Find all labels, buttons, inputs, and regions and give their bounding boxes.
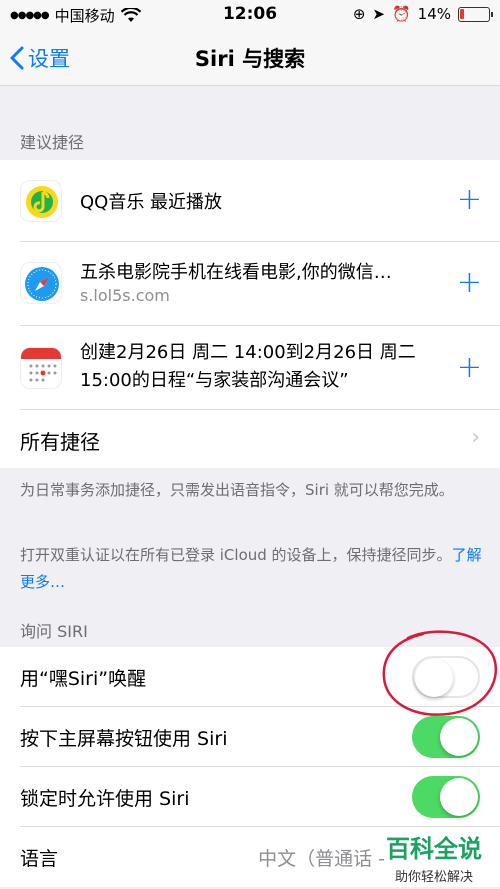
shortcut-title: 五杀电影院手机在线看电影,你的微信…	[80, 262, 392, 283]
language-value: 中文（普通话 -	[258, 848, 385, 870]
locked-siri-row: 锁定时允许使用 Siri	[0, 767, 500, 827]
hey-siri-row: 用“嘿Siri”唤醒	[0, 647, 500, 707]
battery-icon	[458, 6, 493, 22]
all-shortcuts-row[interactable]: 所有捷径 ›	[0, 410, 500, 468]
page-title: Siri 与搜索	[194, 47, 306, 71]
add-shortcut-button[interactable]: +	[457, 268, 482, 298]
hey-siri-toggle[interactable]	[412, 656, 480, 698]
section-header-shortcuts: 建议捷径	[20, 133, 85, 152]
shortcut-row-calendar[interactable]: 创建2月26日 周二 14:00到2月26日 周二 15:00的日程“与家装部沟…	[0, 326, 500, 410]
shortcut-title: QQ音乐 最近播放	[80, 192, 223, 213]
add-shortcut-button[interactable]: +	[457, 185, 482, 215]
shortcut-row-safari[interactable]: 五杀电影院手机在线看电影,你的微信… s.lol5s.com +	[0, 242, 500, 326]
all-shortcuts-label: 所有捷径	[20, 430, 100, 454]
safari-icon	[20, 262, 62, 304]
toggle-knob	[415, 659, 453, 697]
locked-siri-label: 锁定时允许使用 Siri	[20, 788, 190, 810]
qq-music-icon	[20, 180, 62, 222]
watermark-subtitle: 助你轻松解决	[394, 870, 473, 885]
home-button-siri-row: 按下主屏幕按钮使用 Siri	[0, 707, 500, 767]
watermark-title: 百科全说	[386, 835, 482, 863]
shortcut-title: 创建2月26日 周二 14:00到2月26日 周二 15:00的日程“与家装部沟…	[80, 342, 416, 391]
icloud-footer-text: 打开双重认证以在所有已登录 iCloud 的设备上，保持捷径同步。	[20, 546, 452, 564]
home-button-siri-label: 按下主屏幕按钮使用 Siri	[20, 728, 228, 750]
battery-percent: 14%	[417, 5, 451, 23]
shortcuts-footer-text: 为日常事务添加捷径，只需发出语音指令，Siri 就可以帮您完成。	[20, 481, 454, 499]
toggle-knob	[440, 778, 478, 816]
status-bar: ●●●●● 中国移动 12:06 ⊕ ➤ ⏰ 14%	[0, 0, 500, 30]
chevron-right-icon: ›	[471, 425, 480, 450]
home-button-siri-toggle[interactable]	[412, 716, 480, 758]
shortcut-row-qqmusic[interactable]: QQ音乐 最近播放 +	[0, 160, 500, 242]
add-shortcut-button[interactable]: +	[457, 353, 482, 383]
alarm-icon: ⏰	[391, 5, 411, 23]
calendar-icon	[20, 347, 62, 389]
language-label: 语言	[20, 848, 59, 870]
locked-siri-toggle[interactable]	[412, 776, 480, 818]
watermark: 百科全说 助你轻松解决	[374, 829, 494, 885]
orientation-lock-icon: ⊕	[352, 5, 366, 23]
status-right: ⊕ ➤ ⏰ 14%	[352, 5, 493, 23]
shortcut-subtitle: s.lol5s.com	[80, 286, 170, 305]
section-header-ask-siri: 询问 SIRI	[20, 622, 88, 641]
hey-siri-label: 用“嘿Siri”唤醒	[20, 668, 147, 690]
location-icon: ➤	[372, 5, 385, 23]
suggested-shortcuts-group: QQ音乐 最近播放 + 五杀电影院手机在线看电影,你的微信… s.lol5s.c…	[0, 160, 500, 468]
icloud-footer: 打开双重认证以在所有已登录 iCloud 的设备上，保持捷径同步。了解更多…	[20, 542, 482, 596]
navigation-bar: 设置 Siri 与搜索	[0, 30, 500, 86]
toggle-knob	[440, 718, 478, 756]
